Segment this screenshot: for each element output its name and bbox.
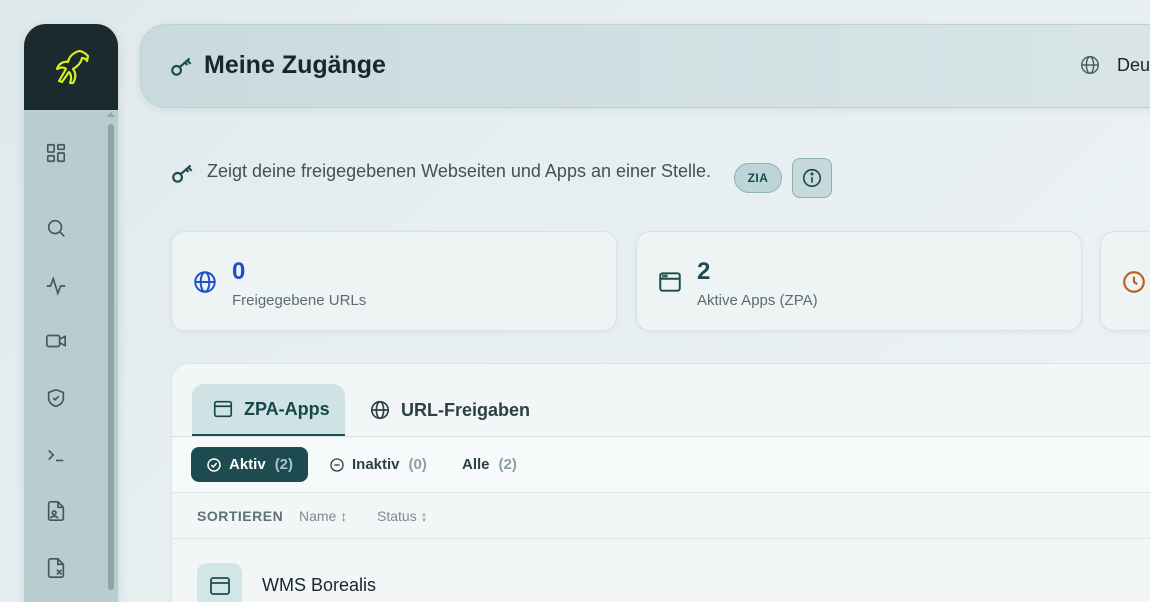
stat-card-apps: 2 Aktive Apps (ZPA) — [636, 231, 1082, 331]
sort-by-name[interactable]: Name ↕ — [299, 508, 347, 524]
list-item[interactable]: WMS Borealis — [172, 540, 1150, 602]
sidebar-item-dashboard[interactable] — [44, 141, 68, 165]
app-name: WMS Borealis — [262, 575, 377, 595]
stat-value: 2 — [697, 258, 711, 285]
page-title: Meine Zugänge — [204, 51, 386, 79]
video-icon — [46, 334, 66, 348]
key-icon — [169, 53, 195, 84]
stat-label: Freigegebene URLs — [232, 292, 367, 309]
page-header: Meine Zugänge Deu — [140, 24, 1150, 108]
tab-label: ZPA-Apps — [244, 398, 330, 419]
sort-bar: SORTIEREN Name ↕ Status ↕ — [172, 494, 1150, 539]
language-selector[interactable]: Deu — [1117, 55, 1150, 76]
filter-aktiv[interactable]: Aktiv (2) — [191, 447, 308, 482]
sort-label: SORTIEREN — [197, 508, 284, 524]
file-x-icon — [47, 558, 65, 578]
filter-count: (2) — [274, 456, 294, 473]
horse-logo-icon — [55, 49, 90, 85]
terminal-icon — [48, 449, 64, 462]
shield-check-icon — [47, 388, 65, 408]
tab-label: URL-Freigaben — [401, 399, 531, 420]
filter-label: Aktiv — [229, 456, 266, 473]
minus-circle-icon — [329, 457, 345, 473]
sort-by-status[interactable]: Status ↕ — [377, 508, 428, 524]
globe-icon[interactable] — [1079, 54, 1101, 81]
sidebar-item-video[interactable] — [44, 329, 68, 353]
info-button[interactable] — [792, 158, 832, 198]
app-window-icon — [212, 398, 234, 420]
filter-count: (0) — [408, 456, 427, 473]
sidebar-item-terminal[interactable] — [44, 443, 68, 467]
zia-badge: ZIA — [734, 163, 782, 193]
app-window-icon — [197, 563, 242, 602]
filter-label: Alle — [462, 456, 490, 473]
stat-card-urls: 0 Freigegebene URLs — [171, 231, 617, 331]
filter-count: (2) — [498, 456, 517, 473]
sidebar-item-search[interactable] — [44, 216, 68, 240]
logo[interactable] — [24, 24, 118, 110]
filter-bar: Aktiv (2) Inaktiv (0) Alle (2) — [172, 438, 1150, 493]
filter-alle[interactable]: Alle (2) — [462, 447, 517, 482]
key-icon — [170, 160, 196, 191]
sidebar — [24, 24, 118, 602]
sidebar-item-activity[interactable] — [44, 274, 68, 298]
check-circle-icon — [206, 457, 222, 473]
sidebar-item-file-user[interactable] — [44, 499, 68, 523]
tab-url-freigaben[interactable]: URL-Freigaben — [369, 384, 530, 436]
file-user-icon — [47, 501, 65, 521]
activity-icon — [46, 276, 66, 296]
filter-inaktiv[interactable]: Inaktiv (0) — [329, 447, 427, 482]
tab-zpa-apps[interactable]: ZPA-Apps — [192, 384, 345, 436]
dashboard-icon — [46, 143, 66, 163]
sidebar-item-file-x[interactable] — [44, 556, 68, 580]
filter-label: Inaktiv — [352, 456, 400, 473]
sidebar-item-security[interactable] — [44, 386, 68, 410]
page-description: Zeigt deine freigegebenen Webseiten und … — [207, 161, 712, 181]
clock-icon — [1121, 269, 1147, 300]
stat-card-pending — [1100, 231, 1150, 331]
globe-icon — [192, 269, 218, 300]
sidebar-scrollbar[interactable] — [108, 124, 114, 590]
scroll-up-arrow[interactable] — [107, 112, 115, 117]
search-icon — [47, 219, 65, 237]
stat-value: 0 — [232, 258, 246, 285]
globe-icon — [369, 399, 391, 421]
tab-bar: ZPA-Apps URL-Freigaben — [172, 364, 1150, 437]
apps-panel: ZPA-Apps URL-Freigaben Aktiv (2) Inaktiv… — [171, 363, 1150, 602]
app-window-icon — [657, 269, 683, 300]
stat-label: Aktive Apps (ZPA) — [697, 292, 818, 309]
info-icon — [802, 168, 822, 188]
